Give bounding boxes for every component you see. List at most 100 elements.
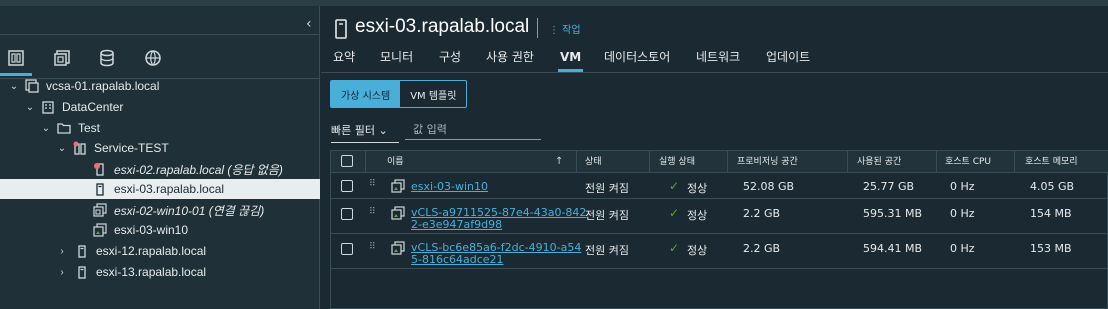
hosts-clusters-icon[interactable] xyxy=(0,46,32,76)
column-divider xyxy=(649,151,650,173)
vm-type-toggle: 가상 시스템 VM 템플릿 xyxy=(330,80,468,108)
tree-item-vm-esxi-02-win10-01[interactable]: esxi-02-win10-01 (연결 끊김) xyxy=(0,200,320,220)
vm-host-memory: 154 MB xyxy=(1030,207,1072,220)
tree-item-label: vcsa-01.rapalab.local xyxy=(46,79,160,93)
vm-run-state: 정상 xyxy=(687,209,708,222)
vm-used: 25.77 GB xyxy=(863,180,915,193)
column-header-used[interactable]: 사용된 공간 xyxy=(851,151,901,173)
column-header-host-memory[interactable]: 호스트 메모리 xyxy=(1019,151,1078,173)
main-panel: esxi-03.rapalab.local ⋮ 작업 요약 모니터 구성 사용 … xyxy=(321,6,1108,309)
tab-datastores[interactable]: 데이터스토어 xyxy=(604,46,670,72)
tab-summary[interactable]: 요약 xyxy=(333,46,355,72)
vm-name-link-continued[interactable]: 2-e3e947af9d98 xyxy=(411,219,502,231)
column-header-name[interactable]: 이름 xyxy=(381,151,404,173)
host-icon xyxy=(335,19,347,39)
tree-item-label: Test xyxy=(78,121,101,135)
host-icon xyxy=(74,264,90,280)
inventory-nav xyxy=(0,46,320,76)
chevron-down-icon[interactable]: ⌄ xyxy=(56,143,68,154)
select-all-checkbox[interactable] xyxy=(341,155,353,167)
vms-templates-icon[interactable] xyxy=(50,46,74,70)
tree-item-datacenter[interactable]: ⌄ DataCenter xyxy=(0,97,320,117)
vm-run-state: 정상 xyxy=(687,244,708,257)
vm-powered-on-icon xyxy=(391,206,405,220)
sidebar-divider xyxy=(0,34,320,35)
chevron-down-icon[interactable]: ⌄ xyxy=(8,81,20,92)
row-checkbox[interactable] xyxy=(341,208,353,220)
tree-item-label: esxi-13.rapalab.local xyxy=(96,265,207,279)
tree-item-label: DataCenter xyxy=(62,100,124,114)
check-icon: ✓ xyxy=(669,179,680,193)
table-row[interactable]: ⠿ esxi-03-win10 전원 켜짐 ✓ 정상 52.08 GB 25.7… xyxy=(331,174,1108,199)
drag-handle-icon[interactable]: ⠿ xyxy=(369,242,376,252)
tab-configure[interactable]: 구성 xyxy=(439,46,461,72)
networking-icon[interactable] xyxy=(141,46,165,70)
column-divider xyxy=(365,151,366,173)
vm-powered-on-icon xyxy=(391,179,405,193)
drag-handle-icon[interactable]: ⠿ xyxy=(369,179,376,189)
vm-provisioned: 2.2 GB xyxy=(743,207,781,220)
chevron-down-icon[interactable]: ⌄ xyxy=(24,102,36,113)
tree-item-host-esxi-03[interactable]: esxi-03.rapalab.local xyxy=(0,179,320,199)
tree-item-host-esxi-13[interactable]: › esxi-13.rapalab.local xyxy=(0,262,320,282)
page-title: esxi-03.rapalab.local xyxy=(355,16,530,37)
tree-item-label: esxi-02-win10-01 (연결 끊김) xyxy=(114,203,265,218)
vm-state: 전원 켜짐 xyxy=(585,182,629,195)
collapse-sidebar-button[interactable]: ‹ xyxy=(306,16,312,32)
vm-used: 594.41 MB xyxy=(863,242,923,255)
vm-used: 595.31 MB xyxy=(863,207,923,220)
quick-filter-dropdown[interactable]: 빠른 필터 ⌄ xyxy=(331,122,399,143)
filter-value-input[interactable] xyxy=(405,120,541,140)
vm-provisioned: 2.2 GB xyxy=(743,242,781,255)
actions-menu-button[interactable]: ⋮ 작업 xyxy=(549,21,581,36)
tab-vm[interactable]: VM xyxy=(557,46,584,72)
tree-item-label: esxi-12.rapalab.local xyxy=(96,244,207,258)
column-header-provisioned[interactable]: 프로비저닝 공간 xyxy=(731,151,798,173)
vm-host-memory: 153 MB xyxy=(1030,242,1072,255)
row-checkbox[interactable] xyxy=(341,180,353,192)
tab-monitor[interactable]: 모니터 xyxy=(380,46,413,72)
host-icon xyxy=(92,181,108,197)
tree-item-folder-test[interactable]: ⌄ Test xyxy=(0,118,320,138)
chevron-right-icon[interactable]: › xyxy=(56,267,68,278)
column-header-run-state[interactable]: 실행 상태 xyxy=(653,151,695,173)
drag-handle-icon[interactable]: ⠿ xyxy=(369,207,376,217)
chevron-down-icon[interactable]: ⌄ xyxy=(40,123,52,134)
storage-icon[interactable] xyxy=(95,46,119,70)
sort-ascending-icon[interactable]: ↑ xyxy=(555,151,563,173)
tree-item-cluster[interactable]: ⌄ Service-TEST xyxy=(0,138,320,158)
header-separator xyxy=(537,18,538,38)
tab-updates[interactable]: 업데이트 xyxy=(766,46,810,72)
tree-item-host-esxi-12[interactable]: › esxi-12.rapalab.local xyxy=(0,241,320,261)
tree-item-host-esxi-02[interactable]: esxi-02.rapalab.local (응답 없음) xyxy=(0,159,320,179)
vm-provisioned: 52.08 GB xyxy=(743,180,795,193)
datacenter-icon xyxy=(40,99,56,115)
vcenter-icon xyxy=(24,78,40,94)
tab-permissions[interactable]: 사용 권한 xyxy=(486,46,534,72)
vm-powered-on-icon xyxy=(391,241,405,255)
column-divider xyxy=(847,151,848,173)
column-header-host-cpu[interactable]: 호스트 CPU xyxy=(939,151,991,173)
folder-icon xyxy=(56,120,72,136)
virtual-machines-button[interactable]: 가상 시스템 xyxy=(331,81,401,107)
column-divider xyxy=(727,151,728,173)
column-header-state[interactable]: 상태 xyxy=(579,151,602,173)
tree-item-label: Service-TEST xyxy=(94,141,169,155)
tree-item-label: esxi-03-win10 xyxy=(114,223,189,237)
host-alert-icon xyxy=(92,161,108,177)
table-header: 이름 ↑ 상태 실행 상태 프로비저닝 공간 사용된 공간 호스트 CPU 호스… xyxy=(331,151,1108,173)
table-row[interactable]: ⠿ vCLS-a9711525-87e4-43a0-842 2-e3e947af… xyxy=(331,200,1108,234)
chevron-right-icon[interactable]: › xyxy=(56,246,68,257)
tree-item-vm-esxi-03-win10[interactable]: esxi-03-win10 xyxy=(0,220,320,240)
vm-templates-button[interactable]: VM 템플릿 xyxy=(400,81,466,107)
tree-item-vcenter[interactable]: ⌄ vcsa-01.rapalab.local xyxy=(0,76,320,96)
vm-host-memory: 4.05 GB xyxy=(1030,180,1075,193)
tab-networks[interactable]: 네트워크 xyxy=(696,46,740,72)
vm-host-cpu: 0 Hz xyxy=(950,180,975,193)
vm-state: 전원 켜짐 xyxy=(585,209,629,222)
vm-name-link-continued[interactable]: 5-816c64adce21 xyxy=(411,254,504,266)
row-checkbox[interactable] xyxy=(341,243,353,255)
tree-item-label: esxi-02.rapalab.local (응답 없음) xyxy=(114,162,283,177)
table-row[interactable]: ⠿ vCLS-bc6e85a6-f2dc-4910-a54 5-816c64ad… xyxy=(331,235,1108,269)
vm-name-link[interactable]: esxi-03-win10 xyxy=(411,181,488,193)
